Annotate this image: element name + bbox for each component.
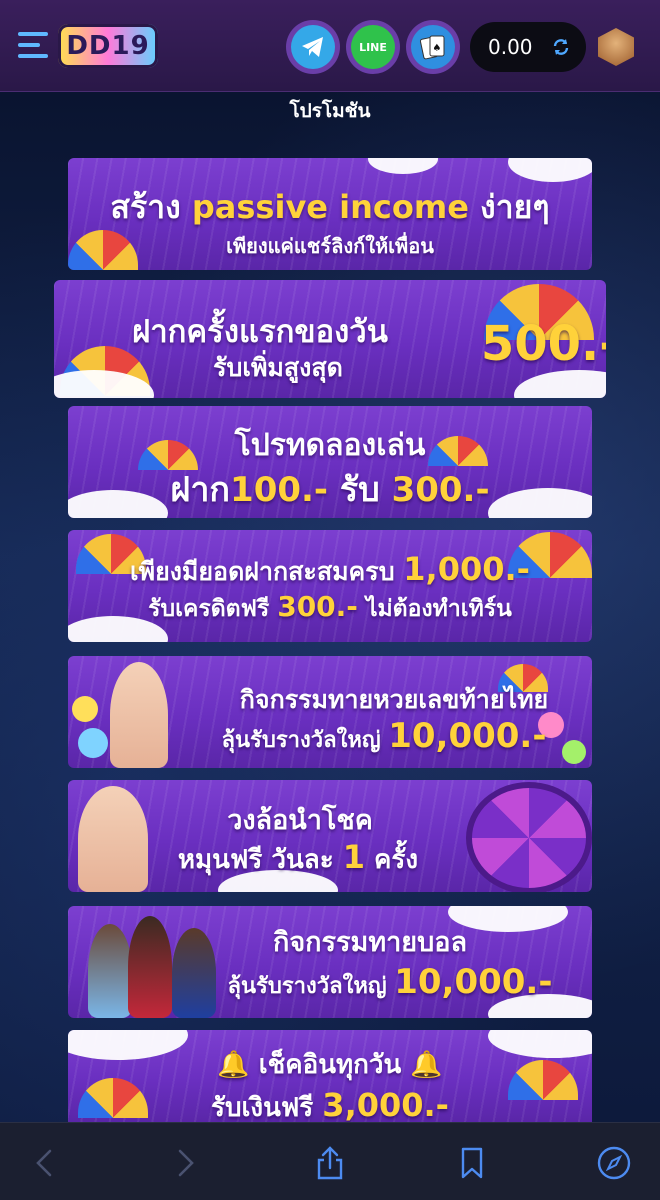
svg-text:♠: ♠ (433, 43, 442, 54)
line-button[interactable]: LINE (346, 20, 400, 74)
promo-banner-accumulated-deposit[interactable]: เพียงมียอดฝากสะสมครบ 1,000.- รับเครดิตฟร… (68, 530, 592, 642)
compass-icon[interactable] (594, 1143, 634, 1183)
banner-headline: วงล้อนำโชค (227, 805, 373, 836)
balance-amount: 0.00 (488, 35, 533, 59)
banner-headline: กิจกรรมทายบอล (273, 927, 467, 958)
banner-subline: หมุนฟรี วันละ 1 ครั้ง (177, 838, 419, 876)
forward-icon[interactable] (166, 1143, 206, 1183)
banner-subline: รับเงินฟรี 3,000.- (211, 1086, 449, 1122)
top-bar: DD19 LINE ♠ 0.00 (0, 0, 660, 92)
rank-badge-icon[interactable] (598, 28, 634, 66)
banner-headline: 🔔 เช็คอินทุกวัน 🔔 (217, 1050, 443, 1080)
share-icon[interactable] (310, 1143, 350, 1183)
banner-headline: เพียงมียอดฝากสะสมครบ 1,000.- (130, 550, 530, 588)
banner-subline: ฝาก100.- รับ 300.- (170, 470, 490, 510)
site-logo[interactable]: DD19 (58, 24, 158, 68)
menu-icon[interactable] (18, 32, 48, 60)
promo-banner-trial[interactable]: โปรทดลองเล่น ฝาก100.- รับ 300.- (68, 406, 592, 518)
bell-icon: 🔔 (217, 1050, 259, 1080)
promo-banner-football[interactable]: กิจกรรมทายบอล ลุ้นรับรางวัลใหญ่ 10,000.- (68, 906, 592, 1018)
cards-icon: ♠ (411, 25, 455, 69)
promo-banner-first-deposit[interactable]: ฝากครั้งแรกของวัน รับเพิ่มสูงสุด 500.- (54, 280, 606, 398)
banner-amount: 500.- (480, 316, 606, 372)
banner-subline: เพียงแค่แชร์ลิงก์ให้เพื่อน (226, 234, 434, 258)
refresh-icon[interactable] (552, 38, 570, 56)
telegram-button[interactable] (286, 20, 340, 74)
games-button[interactable]: ♠ (406, 20, 460, 74)
bookmark-icon[interactable] (452, 1143, 492, 1183)
promo-banner-share-link[interactable]: สร้าง passive income ง่ายๆ เพียงแค่แชร์ล… (68, 158, 592, 270)
line-icon: LINE (351, 25, 395, 69)
banner-headline: กิจกรรมทายหวยเลขท้ายไทย (239, 685, 549, 714)
banner-subline: ลุ้นรับรางวัลใหญ่ 10,000.- (221, 716, 547, 756)
page-title: โปรโมชัน (289, 100, 371, 122)
balance-pill: 0.00 (470, 22, 586, 72)
banner-subline: ลุ้นรับรางวัลใหญ่ 10,000.- (227, 962, 553, 1002)
banner-subline: รับเครดิตฟรี 300.- ไม่ต้องทำเทิร์น (148, 590, 512, 623)
bell-icon: 🔔 (401, 1050, 443, 1080)
promo-banner-daily-checkin[interactable]: 🔔 เช็คอินทุกวัน 🔔 รับเงินฟรี 3,000.- (68, 1030, 592, 1122)
promo-banner-lucky-wheel[interactable]: วงล้อนำโชค หมุนฟรี วันละ 1 ครั้ง (68, 780, 592, 892)
browser-toolbar (0, 1122, 660, 1200)
telegram-icon (291, 25, 335, 69)
back-icon[interactable] (24, 1143, 64, 1183)
banner-headline: สร้าง passive income ง่ายๆ (110, 188, 550, 226)
promo-banner-lottery[interactable]: กิจกรรมทายหวยเลขท้ายไทย ลุ้นรับรางวัลใหญ… (68, 656, 592, 768)
